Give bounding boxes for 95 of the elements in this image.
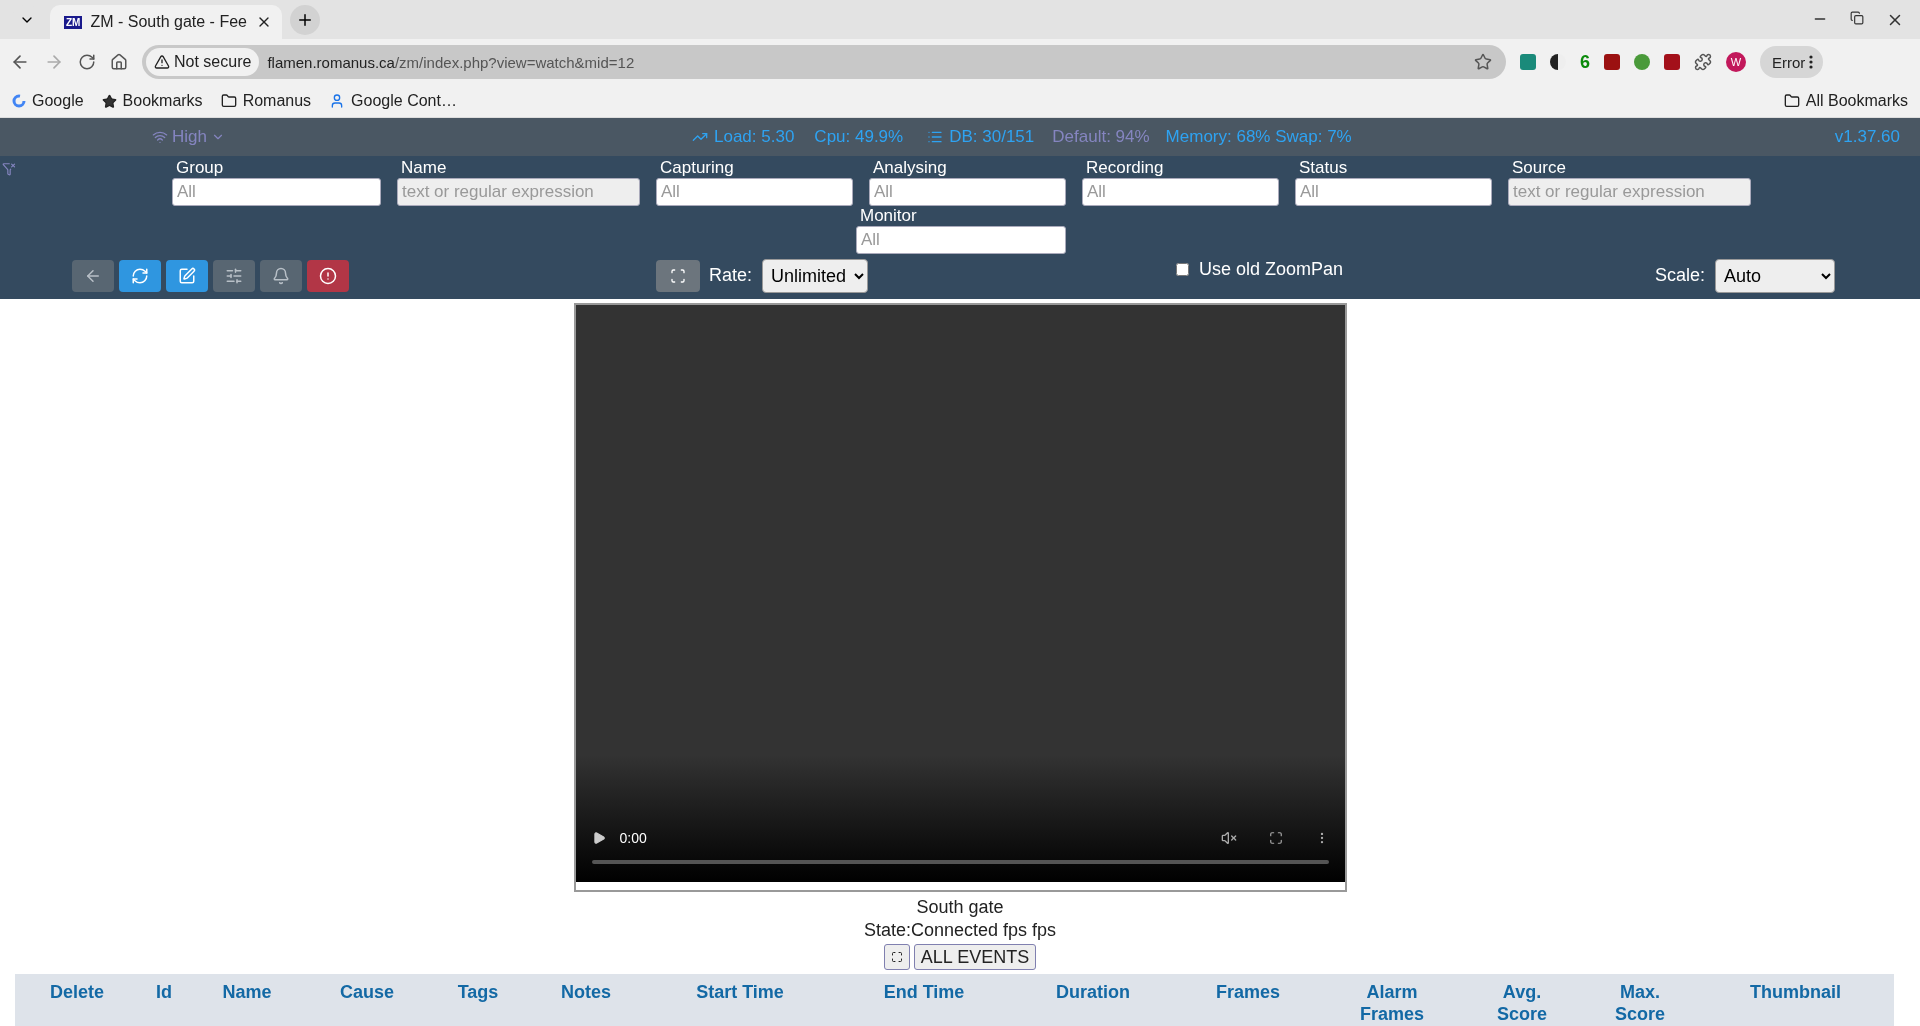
extension-icon[interactable] xyxy=(1634,54,1650,71)
disk-stat: Default: 94% xyxy=(1052,127,1150,148)
browser-tab[interactable]: ZM ZM - South gate - Fee xyxy=(50,5,282,40)
column-header[interactable]: Max. Score xyxy=(1583,974,1697,1026)
fullscreen-icon xyxy=(890,951,903,963)
column-header[interactable]: Notes xyxy=(527,974,645,1026)
column-header[interactable]: Start Time xyxy=(645,974,835,1026)
bookmark-item[interactable]: Bookmarks xyxy=(101,92,203,111)
extensions-icon[interactable] xyxy=(1694,53,1712,72)
filter-label: Name xyxy=(400,157,448,178)
zm-logo-icon: ZM xyxy=(64,15,83,29)
rate-select[interactable]: Unlimited xyxy=(762,258,869,293)
column-header[interactable]: Cause xyxy=(305,974,429,1026)
scale-select[interactable]: Auto xyxy=(1715,258,1835,293)
settings-button[interactable] xyxy=(213,259,255,292)
alarm-button[interactable] xyxy=(260,259,302,292)
home-icon[interactable] xyxy=(110,53,128,72)
filter-label: Monitor xyxy=(859,205,918,226)
restore-icon[interactable] xyxy=(1850,10,1864,25)
column-header[interactable]: Name xyxy=(189,974,305,1026)
filter-label: Analysing xyxy=(872,157,948,178)
edit-icon xyxy=(178,266,196,285)
filter-field[interactable]: All xyxy=(1295,177,1492,206)
google-icon xyxy=(12,94,26,109)
filter-field[interactable]: All xyxy=(856,225,1066,254)
zoompan-label: Use old ZoomPan xyxy=(1199,259,1344,281)
monitor-name: South gate xyxy=(916,896,1004,919)
folder-icon xyxy=(1783,93,1800,110)
column-header[interactable]: End Time xyxy=(835,974,1013,1026)
profile-avatar[interactable]: W xyxy=(1726,52,1746,73)
extension-icon[interactable] xyxy=(1520,54,1536,71)
filter-field[interactable]: All xyxy=(172,177,381,206)
refresh-button[interactable] xyxy=(119,259,161,292)
warning-icon xyxy=(154,54,170,71)
db-stat[interactable]: DB: 30/151 xyxy=(927,127,1035,148)
bookmark-item[interactable]: Google xyxy=(12,92,84,111)
filter-field[interactable]: All xyxy=(1082,177,1279,206)
column-header[interactable]: Alarm Frames xyxy=(1323,974,1461,1026)
video-player[interactable]: 0:00 xyxy=(575,305,1345,882)
all-bookmarks[interactable]: All Bookmarks xyxy=(1783,92,1908,111)
zoompan-checkbox[interactable] xyxy=(1176,263,1190,277)
back-button[interactable] xyxy=(72,259,114,292)
url-text: flamen.romanus.ca/zm/index.php?view=watch&mid=12 xyxy=(267,53,636,71)
column-header[interactable]: Frames xyxy=(1173,974,1323,1026)
bell-icon xyxy=(272,266,290,285)
all-events-button[interactable]: ALL EVENTS xyxy=(913,944,1037,970)
filter-label: Group xyxy=(175,157,225,178)
refresh-icon xyxy=(131,266,149,285)
edit-button[interactable] xyxy=(166,259,208,292)
filter-label: Source xyxy=(1511,157,1567,178)
memory-stat: Memory: 68% Swap: 7% xyxy=(1165,127,1352,148)
security-chip[interactable]: Not secure xyxy=(146,48,260,77)
bookmark-item[interactable]: Google Cont… xyxy=(329,92,457,111)
monitor-state: State:Connected fps fps xyxy=(863,919,1057,942)
column-header[interactable]: Tags xyxy=(429,974,527,1026)
tab-title: ZM - South gate - Fee xyxy=(90,13,248,32)
menu-icon xyxy=(1809,55,1814,70)
load-stat: Load: 5.30 xyxy=(692,127,795,148)
bookmark-item[interactable]: Romanus xyxy=(220,92,312,111)
progress-track[interactable] xyxy=(591,860,1329,864)
star-icon xyxy=(101,93,117,109)
column-header[interactable]: Duration xyxy=(1013,974,1173,1026)
address-bar[interactable]: Not secure flamen.romanus.ca/zm/index.php?view=watch&mid=12 xyxy=(142,45,1506,80)
column-header[interactable]: Avg. Score xyxy=(1461,974,1583,1026)
video-time: 0:00 xyxy=(619,830,648,846)
wifi-icon xyxy=(152,129,168,146)
scale-label: Scale: xyxy=(1654,265,1705,287)
profile-error-button[interactable]: Error xyxy=(1760,46,1824,79)
new-tab-button[interactable] xyxy=(290,5,320,36)
alert-button[interactable] xyxy=(307,259,349,292)
filter-field[interactable]: All xyxy=(656,177,853,206)
column-header[interactable]: Thumbnail xyxy=(1697,974,1894,1026)
filter-field[interactable]: text or regular expression xyxy=(397,177,640,206)
bookmark-star-icon[interactable] xyxy=(1474,53,1492,72)
play-icon[interactable] xyxy=(591,831,606,845)
reload-icon[interactable] xyxy=(78,53,96,72)
muted-icon[interactable] xyxy=(1220,830,1237,846)
filter-label: Recording xyxy=(1085,157,1165,178)
version-text: v1.37.60 xyxy=(1834,127,1900,148)
fullscreen-button[interactable] xyxy=(883,944,910,970)
folder-icon xyxy=(220,93,237,110)
snapshot-button[interactable] xyxy=(656,259,700,292)
clear-filter-icon[interactable] xyxy=(2,161,16,176)
filter-label: Capturing xyxy=(659,157,735,178)
filter-field[interactable]: All xyxy=(869,177,1066,206)
rate-label: Rate: xyxy=(709,265,753,287)
filter-field[interactable]: text or regular expression xyxy=(1508,177,1751,206)
fullscreen-icon[interactable] xyxy=(1268,831,1283,845)
extension-badge[interactable]: 6 xyxy=(1580,51,1590,73)
column-header[interactable]: Id xyxy=(139,974,189,1026)
alert-icon xyxy=(319,266,337,285)
column-header[interactable]: Delete xyxy=(15,974,139,1026)
filter-label: Status xyxy=(1298,157,1349,178)
sliders-icon xyxy=(225,266,243,285)
cpu-stat: Cpu: 49.9% xyxy=(814,127,904,148)
